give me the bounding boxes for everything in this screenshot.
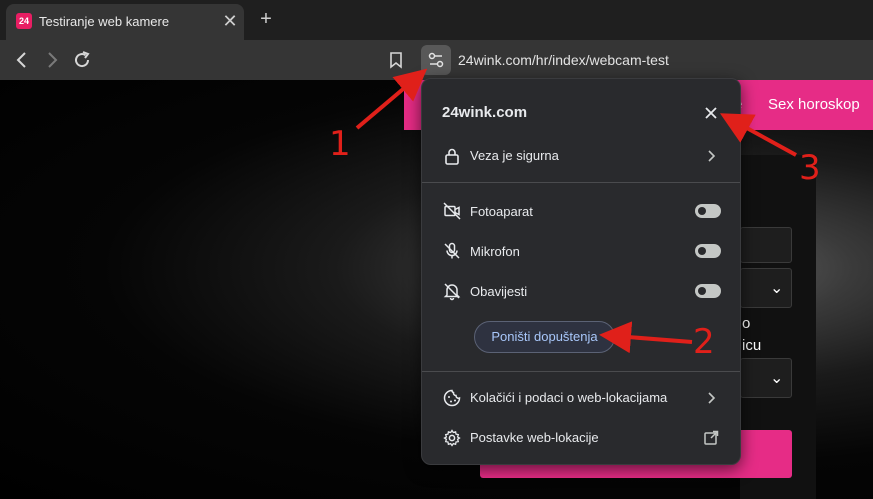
- annotation-arrows: [355, 68, 797, 354]
- annotation-number-3: 3: [799, 148, 821, 188]
- annotation-arrow-3: [719, 113, 797, 157]
- annotation-number-2: 2: [693, 322, 715, 362]
- annotation-arrow-2: [599, 321, 693, 354]
- annotation-arrow-1: [355, 68, 428, 130]
- annotation-number-1: 1: [329, 124, 351, 164]
